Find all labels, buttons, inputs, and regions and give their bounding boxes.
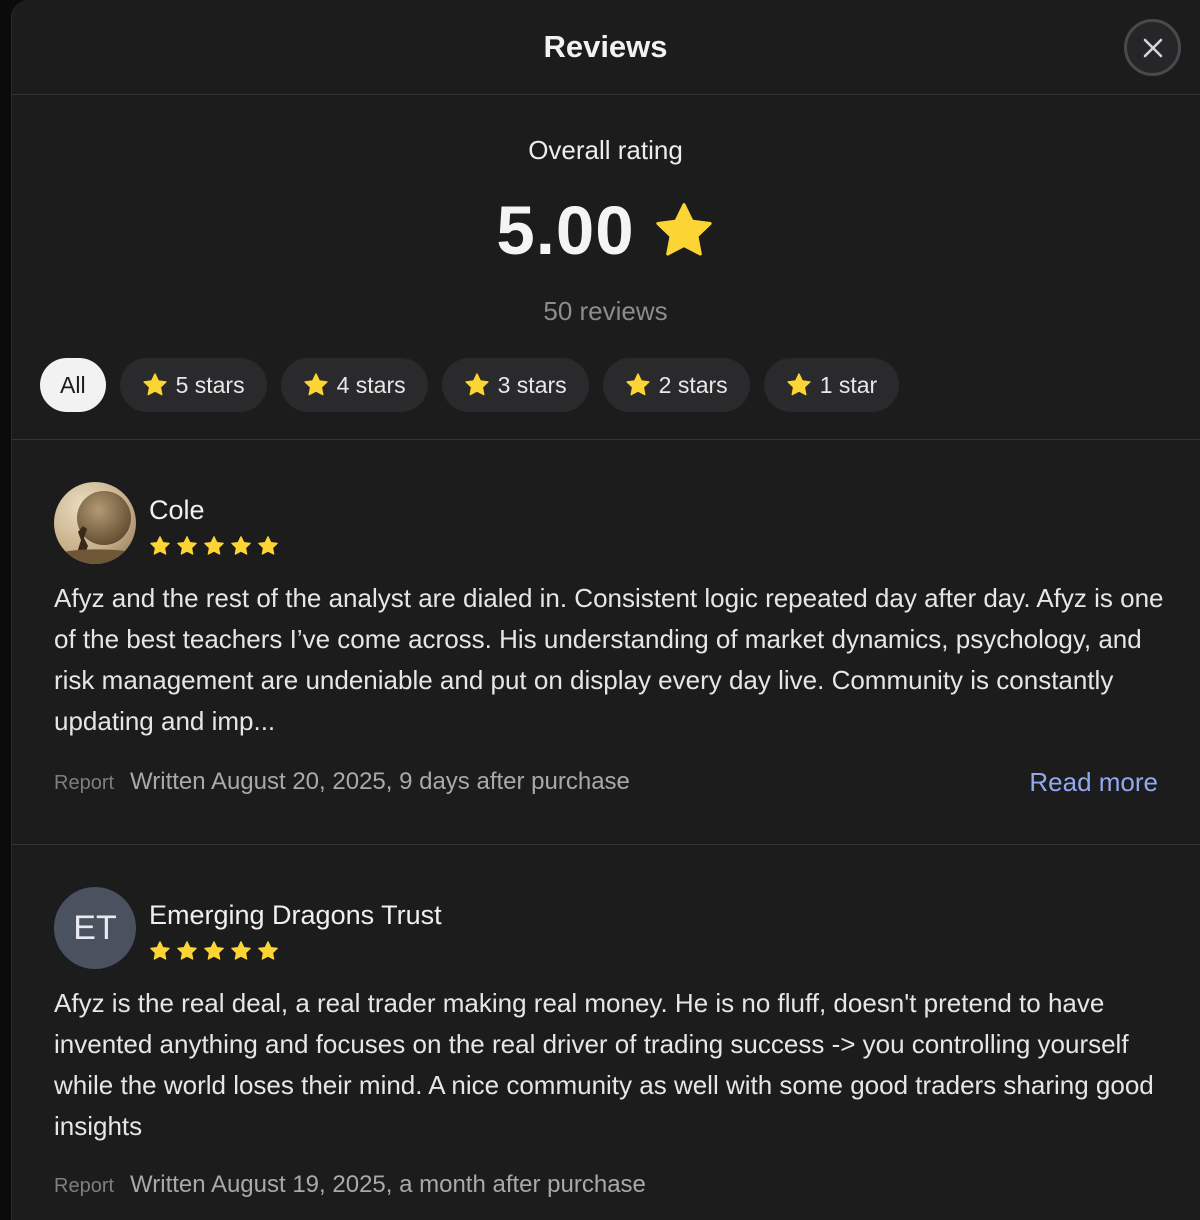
report-link[interactable]: Report xyxy=(54,772,114,795)
star-icon xyxy=(258,941,278,960)
star-icon xyxy=(150,536,170,555)
review-footer: Report Written August 20, 2025, 9 days a… xyxy=(54,768,630,796)
star-icon xyxy=(655,202,712,256)
filter-chip-label: 3 stars xyxy=(497,371,567,398)
review-item: Cole Afyz and the rest of the analyst ar… xyxy=(12,440,1200,845)
filter-chip-3-stars[interactable]: 3 stars xyxy=(441,358,589,412)
star-icon xyxy=(304,373,328,396)
filter-chip-5-stars[interactable]: 5 stars xyxy=(119,358,267,412)
reviews-modal: Reviews Overall rating 5.00 50 reviews A… xyxy=(11,0,1200,1220)
star-icon xyxy=(177,941,197,960)
filter-chip-label: 1 star xyxy=(819,371,878,398)
modal-header: Reviews xyxy=(12,0,1200,95)
written-date: Written August 20, 2025, 9 days after pu… xyxy=(130,768,630,795)
star-icon xyxy=(150,941,170,960)
written-date: Written August 19, 2025, a month after p… xyxy=(130,1171,646,1198)
star-icon xyxy=(231,941,251,960)
reviewer-name: Cole xyxy=(149,495,205,525)
avatar-photo xyxy=(54,482,136,564)
filter-chip-label: 5 stars xyxy=(175,371,245,398)
avatar xyxy=(54,482,136,564)
close-icon xyxy=(1143,38,1162,57)
star-icon xyxy=(142,373,167,396)
rating-stars xyxy=(149,940,279,962)
rating-filters: All 5 stars 4 stars 3 stars 2 stars 1 star xyxy=(40,358,900,412)
filter-chip-label: 2 stars xyxy=(658,371,728,398)
star-icon xyxy=(204,536,224,555)
filter-chip-4-stars[interactable]: 4 stars xyxy=(280,358,428,412)
reviewer-name: Emerging Dragons Trust xyxy=(149,900,442,930)
star-icon xyxy=(177,536,197,555)
avatar: ET xyxy=(54,887,136,969)
overall-rating-label: Overall rating xyxy=(528,135,683,165)
star-icon xyxy=(626,373,650,396)
modal-title: Reviews xyxy=(543,29,668,64)
filter-chip-2-stars[interactable]: 2 stars xyxy=(602,358,750,412)
review-text: Afyz and the rest of the analyst are dia… xyxy=(54,583,1164,736)
filter-chip-all[interactable]: All xyxy=(40,358,106,412)
score-row: 5.00 xyxy=(12,191,1199,270)
filter-chip-1-star[interactable]: 1 star xyxy=(763,358,900,412)
filter-chip-label: 4 stars xyxy=(336,371,406,398)
star-icon xyxy=(465,373,489,396)
read-more-link[interactable]: Read more xyxy=(1029,767,1158,798)
star-icon xyxy=(787,373,811,396)
close-button[interactable] xyxy=(1124,19,1181,76)
filter-chip-label: All xyxy=(60,371,86,398)
star-icon xyxy=(204,941,224,960)
report-link[interactable]: Report xyxy=(54,1175,114,1198)
review-count: 50 reviews xyxy=(543,296,668,326)
review-item: ET Emerging Dragons Trust Afyz is the re… xyxy=(12,845,1200,1220)
rating-summary: Overall rating 5.00 50 reviews All 5 star… xyxy=(12,95,1200,440)
rating-stars xyxy=(149,535,279,557)
review-text: Afyz is the real deal, a real trader mak… xyxy=(54,988,1154,1141)
overall-score: 5.00 xyxy=(496,192,635,269)
review-footer: Report Written August 19, 2025, a month … xyxy=(54,1171,646,1199)
star-icon xyxy=(231,536,251,555)
star-icon xyxy=(258,536,278,555)
